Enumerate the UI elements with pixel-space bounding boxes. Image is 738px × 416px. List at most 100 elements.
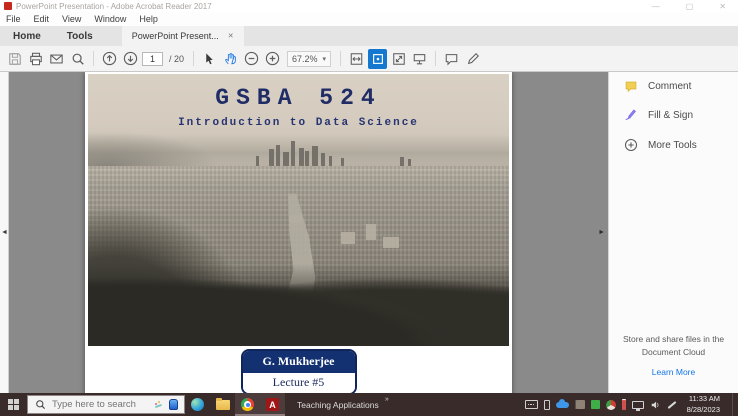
panel-item-comment[interactable]: Comment — [609, 72, 738, 101]
chrome-icon — [241, 398, 254, 411]
menu-bar: File Edit View Window Help — [0, 12, 738, 26]
clock-date: 8/28/2023 — [686, 404, 720, 414]
taskbar-edge[interactable] — [185, 393, 210, 416]
save-icon — [8, 52, 21, 65]
next-page-button[interactable] — [121, 49, 140, 69]
title-bar: PowerPoint Presentation - Adobe Acrobat … — [0, 0, 738, 12]
fit-page-button[interactable] — [368, 48, 388, 69]
hand-icon — [224, 53, 236, 65]
slide-photo-la-skyline: GSBA 524 Introduction to Data Science — [88, 74, 509, 346]
next-page-arrow[interactable]: ► — [598, 229, 605, 236]
onedrive-icon[interactable] — [555, 398, 569, 408]
start-button[interactable] — [0, 393, 27, 416]
tab-close-icon[interactable]: ✕ — [228, 32, 234, 40]
show-desktop-button[interactable] — [732, 393, 735, 416]
minimize-button[interactable]: — — [652, 2, 660, 11]
close-button[interactable]: ✕ — [719, 2, 726, 11]
toolbar-separator — [435, 51, 437, 66]
print-button[interactable] — [26, 49, 45, 69]
taskbar-toolbar-label[interactable]: Teaching Applications » — [297, 396, 389, 410]
slide-author: G. Mukherjee — [242, 351, 355, 373]
tab-home[interactable]: Home — [0, 26, 54, 46]
tab-tools[interactable]: Tools — [54, 26, 106, 46]
taskbar-file-explorer[interactable] — [210, 393, 235, 416]
read-mode-button[interactable] — [410, 49, 429, 69]
page-up-icon — [102, 51, 117, 66]
panel-item-more-tools[interactable]: More Tools — [609, 130, 738, 160]
menu-file[interactable]: File — [6, 14, 21, 24]
backpack-icon — [169, 399, 178, 410]
promo-text: Store and share files in the Document Cl… — [622, 333, 725, 357]
pdf-page: GSBA 524 Introduction to Data Science G.… — [85, 72, 512, 393]
panel-item-more-tools-label: More Tools — [648, 139, 697, 151]
previous-page-arrow[interactable]: ◄ — [1, 229, 8, 236]
email-button[interactable] — [47, 49, 66, 69]
document-pane[interactable]: GSBA 524 Introduction to Data Science G.… — [9, 72, 608, 393]
comment-tool-button[interactable] — [442, 49, 461, 69]
taskbar-acrobat[interactable]: A — [260, 393, 285, 416]
menu-edit[interactable]: Edit — [34, 14, 50, 24]
zoom-in-icon — [265, 51, 280, 66]
acrobat-app-icon — [4, 2, 12, 10]
panel-item-fill-sign[interactable]: Fill & Sign — [609, 101, 738, 130]
speech-bubble-icon — [445, 53, 458, 66]
panel-item-fill-sign-label: Fill & Sign — [648, 110, 694, 121]
pen-tray-icon[interactable] — [667, 400, 677, 409]
comment-bubble-icon — [625, 81, 637, 93]
pencil-icon — [467, 52, 479, 64]
fit-width-button[interactable] — [347, 49, 366, 69]
search-icon — [36, 400, 46, 410]
browser-tray-icon[interactable] — [605, 399, 616, 410]
fountain-pen-icon — [625, 109, 636, 121]
photo-downtown-skyline — [88, 131, 509, 167]
tab-document[interactable]: PowerPoint Present... ✕ — [121, 26, 244, 46]
window-controls: — ▢ ✕ — [652, 2, 738, 11]
display-tray-icon[interactable] — [631, 400, 644, 411]
previous-page-button[interactable] — [100, 49, 119, 69]
usb-device-icon[interactable] — [621, 399, 626, 410]
left-panel-strip: ◄ — [0, 72, 9, 393]
full-screen-button[interactable] — [389, 49, 408, 69]
menu-help[interactable]: Help — [139, 14, 158, 24]
find-button[interactable] — [68, 49, 87, 69]
learn-more-link[interactable]: Learn More — [617, 366, 730, 379]
slide-lecture-number: Lecture #5 — [242, 373, 355, 393]
phone-icon[interactable] — [543, 399, 550, 410]
taskbar-chrome[interactable] — [235, 393, 260, 416]
cursor-icon — [206, 52, 213, 64]
menu-view[interactable]: View — [62, 14, 81, 24]
print-icon — [29, 52, 42, 65]
save-button[interactable] — [5, 49, 24, 69]
taskbar-search[interactable] — [27, 395, 185, 414]
book-app-icon[interactable] — [574, 400, 585, 409]
speaker-icon — [651, 401, 659, 408]
zoom-out-button[interactable] — [242, 49, 261, 69]
page-down-icon — [123, 51, 138, 66]
zoom-level-select[interactable]: 67.2% ▾ — [287, 50, 332, 67]
touch-keyboard-icon[interactable] — [524, 400, 538, 409]
menu-window[interactable]: Window — [94, 14, 126, 24]
toolbar-separator — [193, 51, 195, 66]
fill-sign-tool-button[interactable] — [463, 49, 482, 69]
author-badge: G. Mukherjee Lecture #5 — [240, 349, 357, 393]
content-area: ◄ GSBA 524 Introduction to Data Science … — [0, 72, 738, 393]
tab-bar: Home Tools PowerPoint Present... ✕ — [0, 26, 738, 46]
taskbar-clock[interactable]: 11:33 AM 8/28/2023 — [683, 394, 726, 414]
plus-circle-icon — [624, 138, 638, 152]
chevron-icon: » — [384, 395, 389, 403]
page-number-input[interactable] — [142, 51, 163, 66]
system-tray: 11:33 AM 8/28/2023 — [524, 393, 738, 416]
full-screen-icon — [392, 52, 405, 65]
email-icon — [50, 54, 63, 63]
search-icon — [72, 53, 84, 65]
chevron-down-icon: ▾ — [322, 55, 327, 63]
window-title: PowerPoint Presentation - Adobe Acrobat … — [16, 1, 212, 11]
restore-button[interactable]: ▢ — [686, 2, 694, 11]
antivirus-icon[interactable] — [590, 400, 600, 409]
search-input[interactable] — [52, 399, 148, 410]
volume-icon[interactable] — [650, 400, 661, 410]
zoom-in-button[interactable] — [263, 49, 282, 69]
photo-trees — [88, 264, 509, 346]
select-tool-button[interactable] — [200, 49, 219, 69]
hand-tool-button[interactable] — [221, 49, 240, 69]
